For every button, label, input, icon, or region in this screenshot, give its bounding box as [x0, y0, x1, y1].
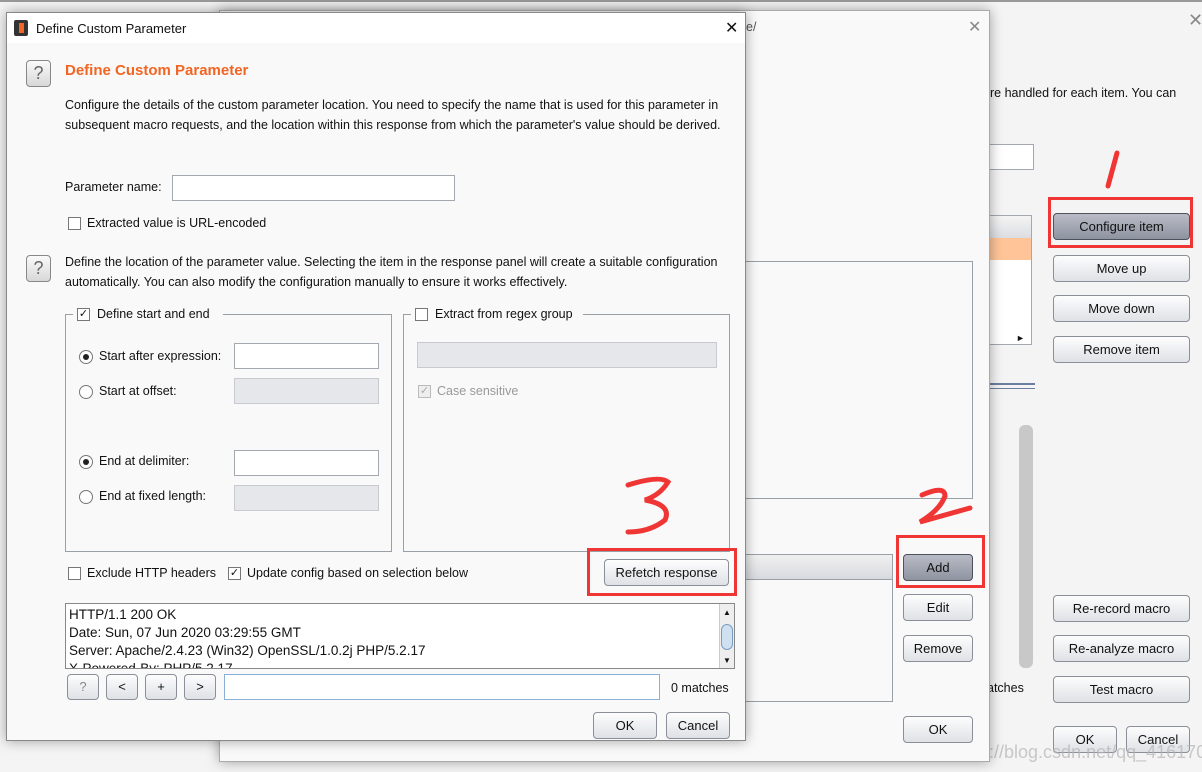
annotation-3	[625, 476, 672, 535]
annotation-1	[1105, 150, 1120, 189]
annotation-numbers	[625, 150, 1120, 535]
annotation-2	[918, 487, 973, 525]
